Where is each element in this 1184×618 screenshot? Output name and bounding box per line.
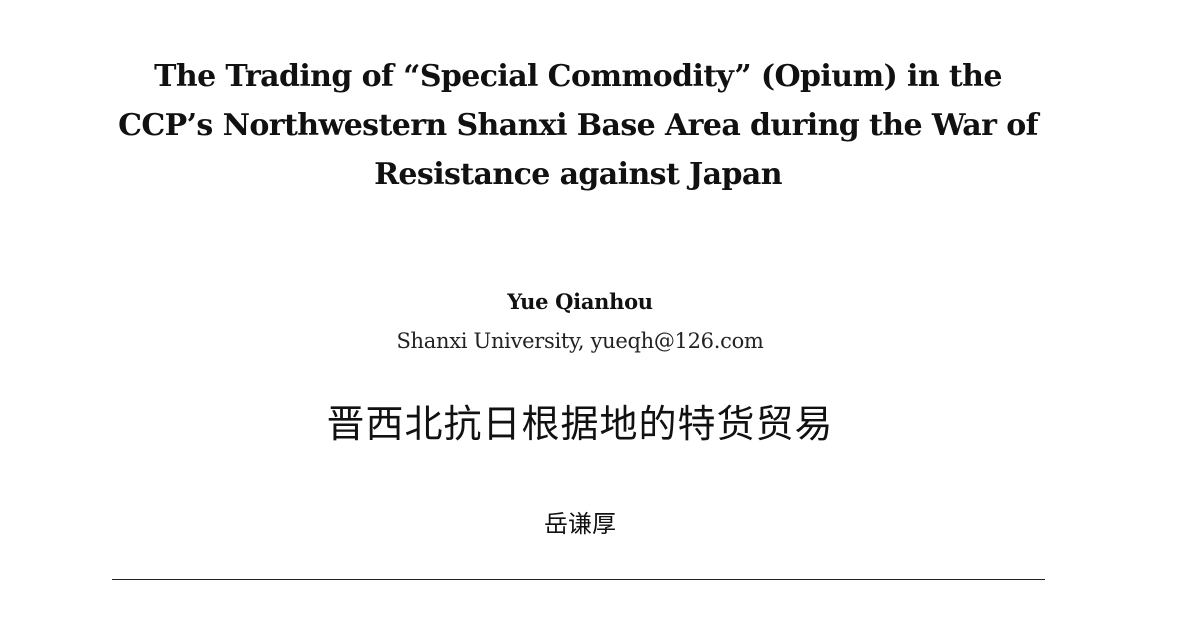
author-affiliation: Shanxi University, yueqh@126.com (396, 329, 764, 353)
title-line-2: CCP’s Northwestern Shanxi Base Area duri… (118, 108, 1038, 143)
chinese-title: 晋西北抗日根据地的特货贸易 (326, 402, 834, 446)
chinese-author-name: 岳谦厚 (544, 510, 616, 538)
horizontal-rule (112, 579, 1045, 580)
paper-title: The Trading of “Special Commodity” (Opiu… (118, 52, 1038, 199)
paper-page: The Trading of “Special Commodity” (Opiu… (0, 0, 1184, 618)
title-line-1: The Trading of “Special Commodity” (Opiu… (154, 59, 1002, 94)
author-name: Yue Qianhou (507, 289, 653, 314)
title-line-3: Resistance against Japan (374, 157, 782, 192)
